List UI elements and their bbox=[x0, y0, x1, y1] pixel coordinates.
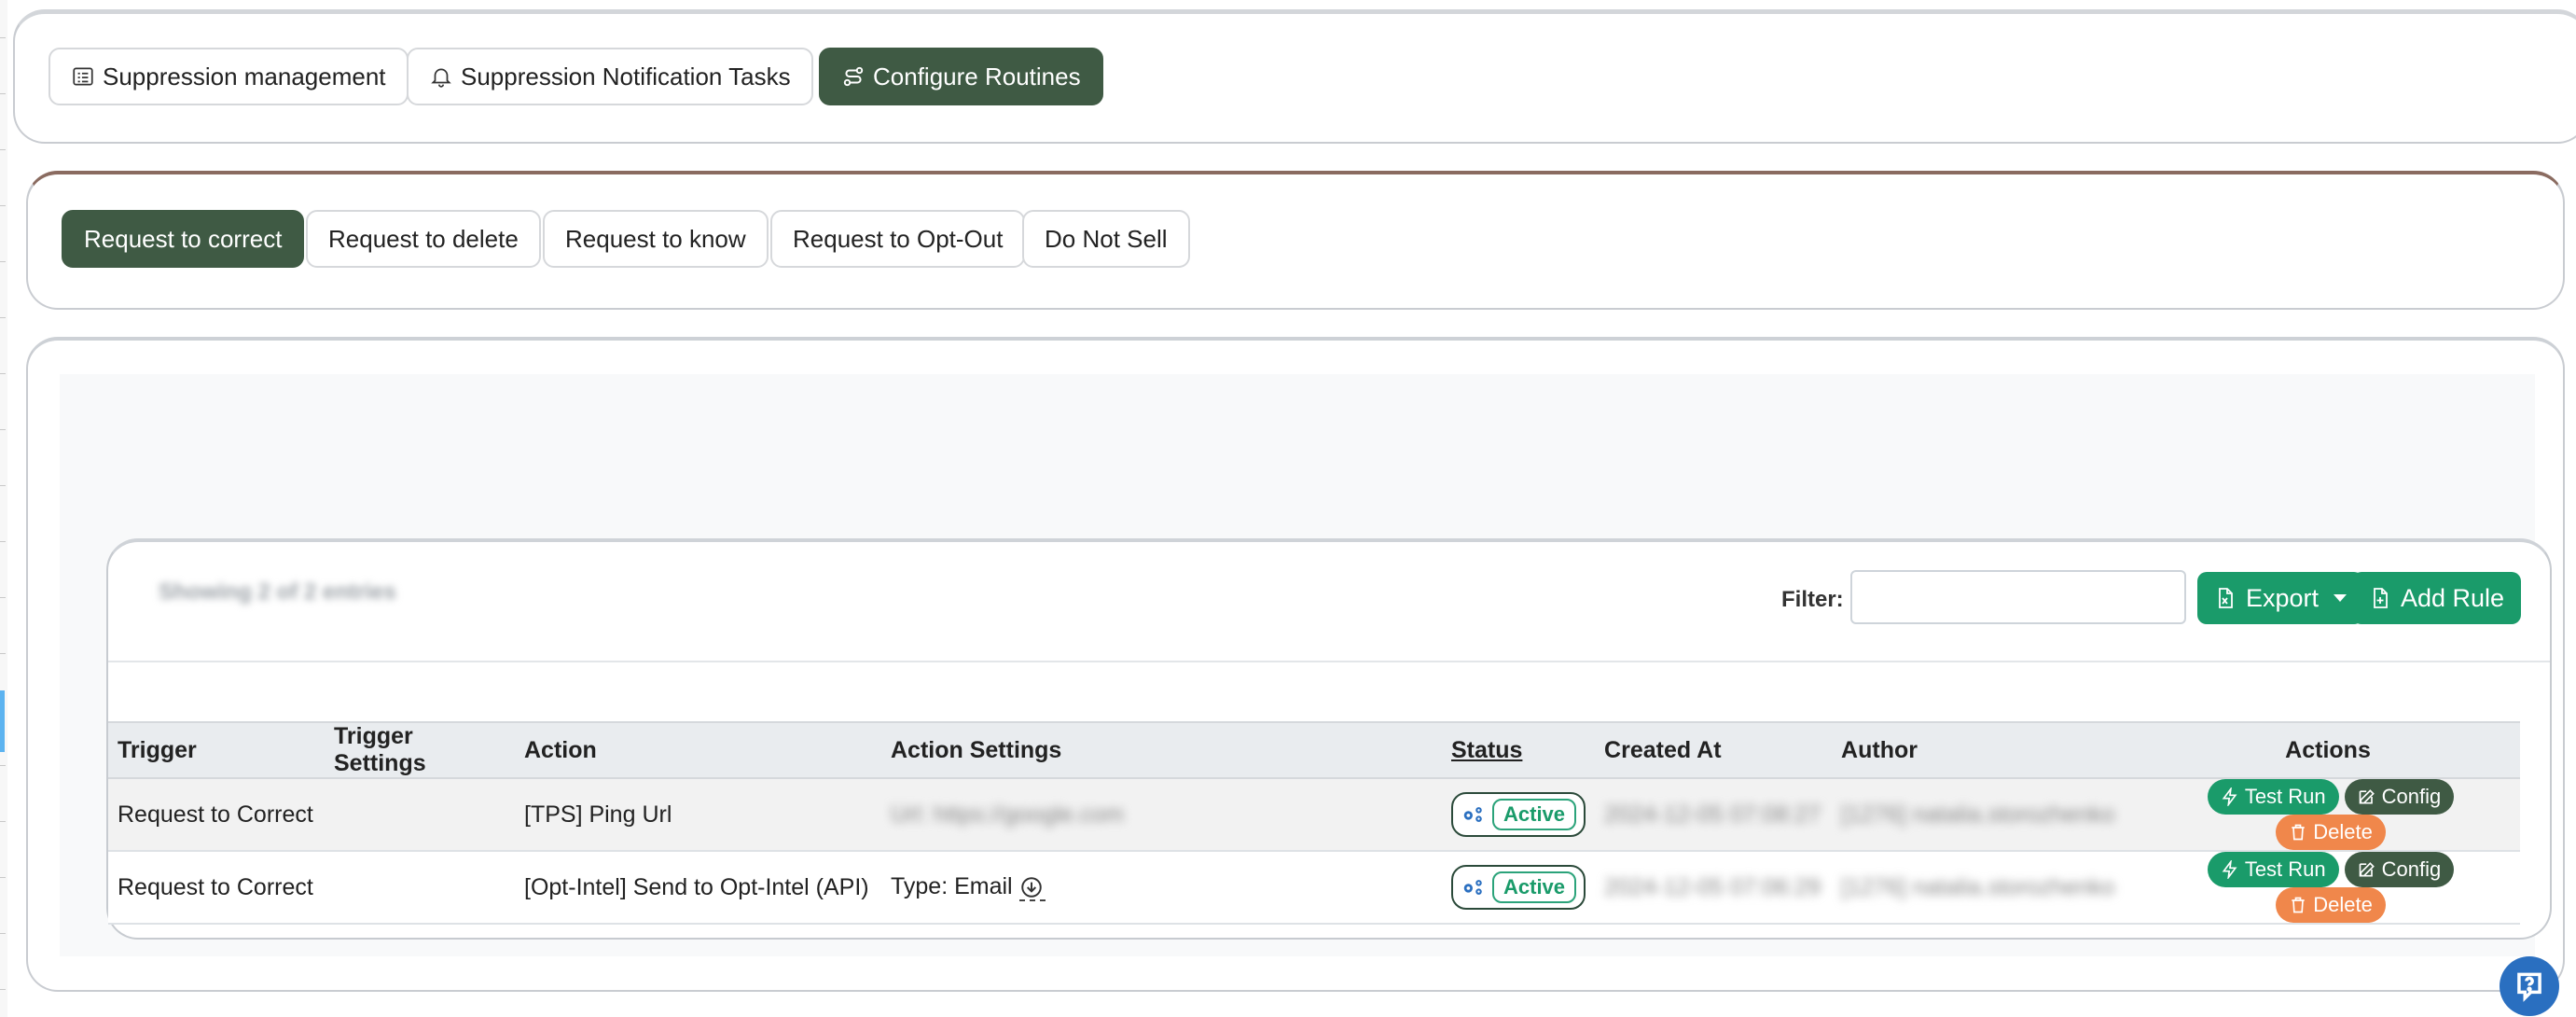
tab-request-to-know[interactable]: Request to know bbox=[543, 210, 769, 268]
delete-label: Delete bbox=[2313, 893, 2373, 916]
edit-icon bbox=[2359, 862, 2375, 877]
action-settings-value: Url: https://google.com bbox=[891, 801, 1125, 828]
created-at-value: 2024-12-05 07:08:27 bbox=[1604, 801, 1821, 828]
panel-divider bbox=[108, 661, 2550, 662]
action-settings-value: Type: Email bbox=[891, 873, 1013, 900]
tab-label: Request to know bbox=[565, 224, 746, 253]
col-action-settings[interactable]: Action Settings bbox=[881, 721, 1442, 779]
tab-suppression-management[interactable]: Suppression management bbox=[48, 48, 409, 105]
col-status[interactable]: Status bbox=[1442, 721, 1596, 779]
status-toggle[interactable]: Active bbox=[1451, 792, 1586, 837]
tab-label: Suppression management bbox=[103, 62, 386, 91]
tab-label: Request to correct bbox=[84, 224, 283, 253]
filter-label: Filter: bbox=[1781, 587, 1844, 612]
route-icon bbox=[843, 66, 864, 87]
delete-button[interactable]: Delete bbox=[2276, 815, 2386, 850]
cell-status: Active bbox=[1442, 851, 1596, 925]
cell-trigger-settings bbox=[325, 778, 515, 852]
tab-request-to-correct[interactable]: Request to correct bbox=[62, 210, 305, 268]
tab-label: Suppression Notification Tasks bbox=[461, 62, 791, 91]
export-file-icon bbox=[2219, 588, 2233, 608]
config-button[interactable]: Config bbox=[2344, 779, 2455, 815]
col-created-at[interactable]: Created At bbox=[1595, 721, 1833, 779]
edit-icon bbox=[2359, 789, 2375, 804]
table-row: Request to Correct [Opt-Intel] Send to O… bbox=[108, 851, 2520, 925]
left-ruler bbox=[0, 0, 7, 1017]
request-type-card: Request to correct Request to delete Req… bbox=[26, 171, 2565, 310]
config-label: Config bbox=[2381, 785, 2442, 808]
col-actions: Actions bbox=[2136, 721, 2520, 779]
test-run-button[interactable]: Test Run bbox=[2207, 779, 2339, 815]
delete-button[interactable]: Delete bbox=[2276, 887, 2386, 923]
bolt-icon bbox=[2222, 787, 2237, 806]
cell-action: [TPS] Ping Url bbox=[515, 778, 881, 852]
ruler-active-marker bbox=[0, 690, 5, 752]
download-icon[interactable] bbox=[1018, 875, 1046, 901]
author-value: [1276] natalia.storozhenko bbox=[1841, 873, 2115, 900]
tab-configure-routines[interactable]: Configure Routines bbox=[819, 48, 1103, 105]
rules-table: Trigger Trigger Settings Action Action S… bbox=[108, 721, 2520, 925]
cell-action-settings: Url: https://google.com bbox=[881, 778, 1442, 852]
cell-actions: Test Run Config Delete bbox=[2136, 778, 2520, 852]
rules-table-panel: Showing 2 of 2 entries Filter: Export Ad… bbox=[106, 538, 2552, 940]
table-header-row: Trigger Trigger Settings Action Action S… bbox=[108, 721, 2520, 779]
routines-content-area: Showing 2 of 2 entries Filter: Export Ad… bbox=[60, 374, 2552, 956]
status-badge: Active bbox=[1492, 799, 1577, 830]
col-author[interactable]: Author bbox=[1832, 721, 2137, 779]
cell-status: Active bbox=[1442, 778, 1596, 852]
cell-action-settings: Type: Email bbox=[881, 851, 1442, 925]
routines-card: Showing 2 of 2 entries Filter: Export Ad… bbox=[26, 337, 2565, 992]
config-label: Config bbox=[2381, 857, 2442, 881]
cell-trigger: Request to Correct bbox=[108, 778, 325, 852]
cell-trigger-settings bbox=[325, 851, 515, 925]
tab-label: Configure Routines bbox=[873, 62, 1081, 91]
status-badge: Active bbox=[1492, 871, 1577, 903]
list-icon bbox=[73, 67, 93, 86]
col-trigger[interactable]: Trigger bbox=[108, 721, 325, 779]
gears-icon bbox=[1463, 807, 1482, 822]
test-run-button[interactable]: Test Run bbox=[2207, 852, 2339, 887]
gears-icon bbox=[1463, 880, 1482, 895]
col-trigger-settings[interactable]: Trigger Settings bbox=[325, 721, 515, 779]
tab-suppression-notification-tasks[interactable]: Suppression Notification Tasks bbox=[407, 48, 813, 105]
chevron-down-icon bbox=[2334, 594, 2347, 602]
tab-request-to-delete[interactable]: Request to delete bbox=[306, 210, 541, 268]
tab-label: Do Not Sell bbox=[1045, 224, 1168, 253]
trash-icon bbox=[2292, 897, 2305, 913]
cell-author: [1276] natalia.storozhenko bbox=[1832, 778, 2137, 852]
tab-request-to-opt-out[interactable]: Request to Opt-Out bbox=[770, 210, 1026, 268]
help-chat-button[interactable] bbox=[2500, 956, 2559, 1016]
tab-do-not-sell[interactable]: Do Not Sell bbox=[1022, 210, 1190, 268]
export-button[interactable]: Export bbox=[2197, 572, 2364, 624]
export-label: Export bbox=[2246, 583, 2320, 612]
config-button[interactable]: Config bbox=[2344, 852, 2455, 887]
test-run-label: Test Run bbox=[2244, 857, 2326, 881]
cell-actions: Test Run Config Delete bbox=[2136, 851, 2520, 925]
trash-icon bbox=[2292, 824, 2305, 841]
tab-label: Request to delete bbox=[328, 224, 519, 253]
status-toggle[interactable]: Active bbox=[1451, 865, 1586, 910]
table-row: Request to Correct [TPS] Ping Url Url: h… bbox=[108, 778, 2520, 852]
filter-input[interactable] bbox=[1850, 570, 2186, 624]
cell-created-at: 2024-12-05 07:06:29 bbox=[1595, 851, 1833, 925]
help-chat-icon bbox=[2517, 972, 2541, 1002]
bolt-icon bbox=[2222, 860, 2237, 879]
top-tabs-card: Suppression management Suppression Notif… bbox=[13, 9, 2576, 144]
add-rule-button[interactable]: Add Rule bbox=[2352, 572, 2522, 624]
entries-count: Showing 2 of 2 entries bbox=[159, 579, 396, 605]
author-value: [1276] natalia.storozhenko bbox=[1841, 801, 2115, 828]
tab-label: Request to Opt-Out bbox=[793, 224, 1004, 253]
delete-label: Delete bbox=[2313, 820, 2373, 843]
created-at-value: 2024-12-05 07:06:29 bbox=[1604, 873, 1821, 900]
cell-action: [Opt-Intel] Send to Opt-Intel (API) bbox=[515, 851, 881, 925]
cell-trigger: Request to Correct bbox=[108, 851, 325, 925]
add-rule-label: Add Rule bbox=[2401, 583, 2505, 612]
test-run-label: Test Run bbox=[2244, 785, 2326, 808]
col-action[interactable]: Action bbox=[515, 721, 881, 779]
bell-icon bbox=[431, 68, 451, 88]
cell-created-at: 2024-12-05 07:08:27 bbox=[1595, 778, 1833, 852]
add-file-icon bbox=[2374, 588, 2388, 608]
cell-author: [1276] natalia.storozhenko bbox=[1832, 851, 2137, 925]
